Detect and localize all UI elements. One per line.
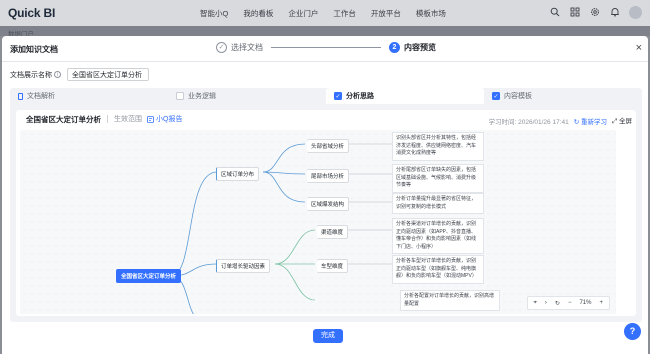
nav-item-my-dashboards[interactable]: 我的看板 (243, 8, 273, 19)
connector (262, 143, 306, 173)
tab-bar: 文档解析 业务逻辑 ✓ 分析思路 ✓ 内容模板 (10, 88, 642, 104)
relearn-label: 重新学习 (580, 118, 607, 126)
nav-item-template-market[interactable]: 模板市场 (416, 8, 446, 19)
mindmap-leaf-node[interactable]: 渠道维度 (317, 225, 349, 239)
reset-icon[interactable]: ↻ (555, 300, 560, 307)
mindmap-root-node[interactable]: 全国省区大定订单分析 (116, 269, 182, 283)
stepper: ✓ 选择文档 2 内容预览 (216, 42, 436, 53)
nav-item-enterprise-portal[interactable]: 企业门户 (288, 8, 318, 19)
checkbox-checked[interactable]: ✓ (334, 92, 342, 100)
fullscreen-icon: ⤢ (611, 118, 618, 125)
tab-analysis-approach[interactable]: ✓ 分析思路 (326, 88, 484, 104)
tab-label: 业务逻辑 (188, 93, 216, 100)
scope-label: 生效范围 (114, 116, 142, 123)
zoom-in-button[interactable]: + (599, 300, 603, 306)
document-icon (18, 92, 23, 100)
tab-business-logic[interactable]: 业务逻辑 (168, 88, 326, 104)
nav-item-workbench[interactable]: 工作台 (333, 8, 356, 19)
mindmap-branch-node[interactable]: 订单增长驱动因素 (216, 259, 271, 273)
panel-actions: 学习时间: 2026/01/26 17:41 ↻ 重新学习 ⤢ 全屏 (489, 115, 633, 126)
tab-doc-parse[interactable]: 文档解析 (10, 88, 168, 104)
info-icon[interactable]: i (54, 71, 61, 78)
mindmap-leaf-node[interactable]: 区域爆发结构 (307, 197, 350, 211)
checkbox-checked[interactable]: ✓ (492, 92, 500, 100)
modal-title: 添加知识文档 (10, 45, 58, 54)
step-connector (271, 47, 381, 48)
mindmap-connectors (170, 143, 392, 314)
doc-name-label: 文档展示名称 (10, 71, 52, 79)
gear-icon[interactable] (589, 7, 600, 18)
mindmap-leaf-node[interactable]: 车型维度 (317, 259, 349, 273)
mindmap-leaf-description: 分析尾部省区订单缺失的因素，包括区域基础设施、气候影响、消费升级节奏等 (392, 164, 484, 193)
nav-item-smart-q[interactable]: 智能小Q (200, 8, 228, 19)
mindmap-leaf-node[interactable]: 头部省域分析 (307, 139, 350, 153)
tab-label: 分析思路 (346, 93, 374, 100)
finish-button[interactable]: 完成 (313, 329, 343, 343)
top-bar: Quick BI 智能小Q 我的看板 企业门户 工作台 开放平台 模板市场 (0, 0, 650, 26)
app-logo[interactable]: Quick BI (8, 6, 55, 20)
panel-title: 全国省区大定订单分析 (26, 114, 101, 124)
help-icon[interactable]: ? (624, 323, 641, 340)
report-label: 小Q报告 (156, 116, 183, 123)
refresh-icon: ↻ (573, 118, 580, 126)
modal-header-divider (2, 61, 648, 62)
divider (107, 115, 108, 123)
report-icon (147, 115, 154, 123)
learn-time: 学习时间: 2026/01/26 17:41 (488, 118, 569, 126)
top-nav: 智能小Q 我的看板 企业门户 工作台 开放平台 模板市场 (200, 8, 446, 19)
mindmap-leaf-description: 分析各车型对订单增长的贡献，识别正向驱动车型（如旗舰车型、纯电旗舰）和负向影响车… (392, 255, 484, 284)
tab-label: 文档解析 (27, 93, 55, 100)
top-icons (549, 6, 642, 19)
mindmap-branch-node[interactable]: 区域订单分布 (216, 167, 260, 181)
mindmap-leaf-description: 识别头部省区并分析其特性，包括经济发达程度、供应链网络密度、汽车消费文化成熟度等 (392, 132, 484, 161)
apps-icon[interactable] (569, 7, 580, 18)
doc-name-input[interactable] (67, 68, 149, 81)
analysis-panel: 全国省区大定订单分析 生效范围 小Q报告 学习时间: 2026/01/26 17… (16, 110, 636, 316)
connector (262, 171, 306, 203)
connector (274, 263, 316, 301)
connector (274, 229, 316, 265)
content-area: 文档解析 业务逻辑 ✓ 分析思路 ✓ 内容模板 全国省区大定订单分析 生效范围 (10, 88, 642, 322)
relearn-button[interactable]: ↻ 重新学习 (574, 116, 607, 126)
mindmap-leaf-description: 分析订单量提升最显著的省区特征，识别可复制的增长模式 (392, 193, 484, 214)
bell-icon[interactable] (609, 7, 620, 18)
zoom-out-button[interactable]: − (568, 300, 572, 306)
chevron-right-icon[interactable]: › (545, 300, 547, 306)
nav-item-open-platform[interactable]: 开放平台 (371, 8, 401, 19)
mindmap-leaf-description: 分析各渠道对订单增长的贡献，识别正向驱动因素（如APP、抖音直播、懂车帝合作）和… (392, 218, 484, 254)
background-overlay: 数据门户 (0, 26, 650, 38)
step-2-icon: 2 (389, 42, 400, 53)
checkbox-unchecked[interactable] (176, 92, 184, 100)
fullscreen-label: 全屏 (619, 118, 632, 125)
avatar[interactable] (629, 6, 642, 19)
report-link[interactable]: 小Q报告 (147, 114, 182, 124)
connector (170, 171, 218, 277)
mindmap-canvas[interactable]: 全国省区大定订单分析 区域订单分布 订单增长驱动因素 头部省域分析 尾部市场分析… (20, 130, 616, 314)
locate-icon[interactable]: ⌖ (534, 300, 537, 307)
zoom-controls: ⌖ › ↻ − 71% + (526, 296, 610, 310)
tab-label: 内容模板 (504, 93, 532, 100)
fullscreen-button[interactable]: ⤢ 全屏 (612, 115, 632, 126)
step-done-icon: ✓ (216, 42, 227, 53)
doc-name-row: 文档展示名称 i (10, 68, 149, 81)
tab-content-template[interactable]: ✓ 内容模板 (484, 88, 642, 104)
close-icon[interactable]: × (636, 42, 642, 54)
zoom-level: 71% (579, 300, 592, 306)
step-1-label[interactable]: 选择文档 (231, 42, 263, 53)
mindmap-leaf-description: 分析各配置对订单增长的贡献，识别高增量配置 (400, 290, 500, 311)
add-knowledge-doc-modal: 添加知识文档 ✓ 选择文档 2 内容预览 × 文档展示名称 i 文档解析 业务逻… (2, 36, 648, 354)
mindmap-leaf-node[interactable]: 尾部市场分析 (307, 169, 350, 183)
step-2-label: 内容预览 (404, 43, 436, 52)
search-icon[interactable] (549, 7, 560, 18)
